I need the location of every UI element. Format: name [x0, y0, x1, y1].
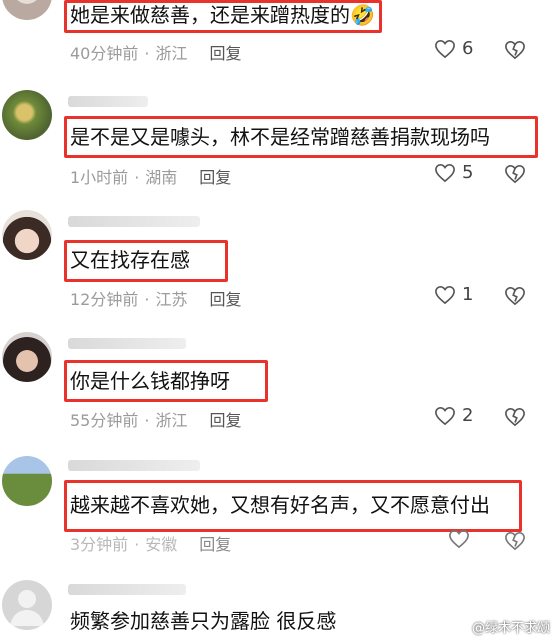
separator-dot: · [144, 290, 150, 309]
separator-dot: · [134, 535, 140, 554]
like-button[interactable]: 2 [434, 405, 473, 426]
like-count: 2 [462, 405, 474, 426]
dislike-icon[interactable] [504, 40, 526, 60]
dislike-icon[interactable] [504, 286, 526, 306]
like-button[interactable]: 5 [434, 162, 473, 183]
comment-time: 1小时前 [70, 168, 129, 187]
reply-button[interactable]: 回复 [209, 44, 241, 63]
like-button[interactable] [448, 529, 476, 549]
comment-time: 12分钟前 [70, 290, 139, 309]
avatar[interactable] [2, 332, 52, 382]
dislike-icon[interactable] [504, 531, 526, 551]
heart-icon [449, 529, 469, 549]
comment-text: 越来越不喜欢她，又想有好名声，又不愿意付出 [70, 493, 490, 517]
username-placeholder [68, 216, 200, 227]
username-placeholder [68, 338, 186, 349]
avatar[interactable] [2, 580, 52, 630]
comment-location: 江苏 [155, 290, 188, 309]
comment-meta: 1小时前 · 湖南 回复 [70, 164, 231, 188]
comment-time: 55分钟前 [70, 411, 139, 430]
comment-text: 她是来做慈善，还是来蹭热度的🤣 [70, 3, 375, 27]
comment-meta: 3分钟前 · 安徽 回复 [70, 531, 231, 555]
like-count: 6 [462, 38, 474, 59]
username-placeholder [68, 96, 148, 107]
username-placeholder [68, 584, 186, 595]
separator-dot: · [144, 44, 150, 63]
comment-location: 浙江 [155, 411, 188, 430]
comment-text: 你是什么钱都挣呀 [70, 369, 230, 393]
default-avatar-icon [10, 590, 44, 626]
comment-text: 频繁参加慈善只为露脸 很反感 [70, 609, 337, 633]
heart-icon [435, 285, 455, 304]
separator-dot: · [134, 168, 140, 187]
dislike-icon[interactable] [504, 164, 526, 184]
heart-icon [435, 39, 455, 58]
reply-button[interactable]: 回复 [199, 535, 231, 554]
like-count: 5 [462, 162, 474, 183]
comment-time: 3分钟前 [70, 535, 129, 554]
like-button[interactable]: 1 [434, 284, 473, 305]
comment-time: 40分钟前 [70, 44, 139, 63]
avatar[interactable] [2, 0, 52, 20]
comment-text: 是不是又是噱头，林不是经常蹭慈善捐款现场吗 [70, 125, 490, 149]
separator-dot: · [144, 411, 150, 430]
comment-meta: 55分钟前 · 浙江 回复 [70, 407, 242, 431]
dislike-icon[interactable] [504, 407, 526, 427]
avatar[interactable] [2, 210, 52, 260]
like-button[interactable]: 6 [434, 38, 473, 59]
reply-button[interactable]: 回复 [209, 411, 241, 430]
heart-icon [435, 406, 455, 425]
avatar[interactable] [2, 90, 52, 140]
comment-text: 又在找存在感 [70, 248, 190, 272]
comment-meta: 12分钟前 · 江苏 回复 [70, 286, 242, 310]
like-count: 1 [462, 284, 474, 305]
comment-location: 湖南 [145, 168, 178, 187]
comment-location: 安徽 [145, 535, 178, 554]
comment-meta: 40分钟前 · 浙江 回复 [70, 40, 242, 64]
heart-icon [435, 163, 455, 182]
username-placeholder [68, 460, 200, 471]
reply-button[interactable]: 回复 [199, 168, 231, 187]
reply-button[interactable]: 回复 [209, 290, 241, 309]
watermark: @绿术不求颂 [471, 621, 550, 636]
avatar[interactable] [2, 456, 52, 506]
comment-location: 浙江 [155, 44, 188, 63]
